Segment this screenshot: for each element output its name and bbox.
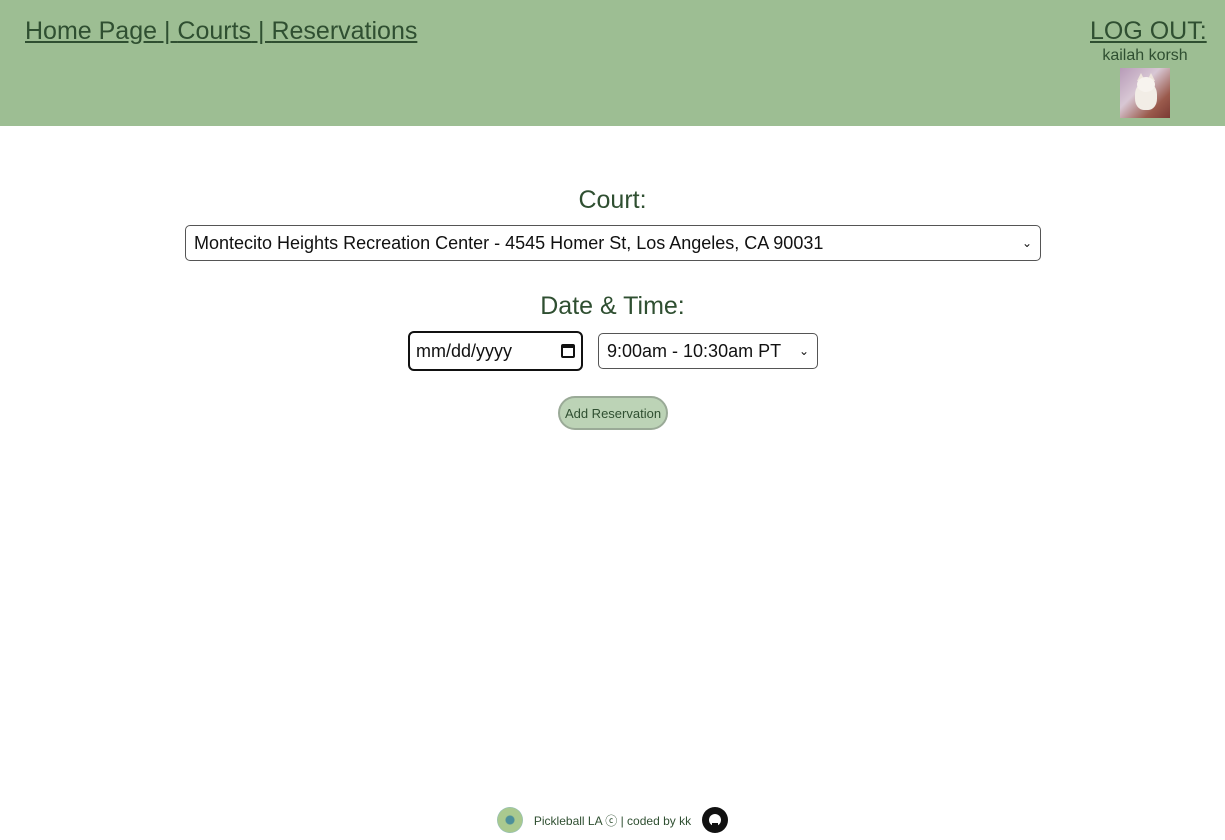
datetime-label: Date & Time: xyxy=(540,292,685,320)
calendar-icon[interactable] xyxy=(561,344,575,358)
main-nav: Home Page | Courts | Reservations xyxy=(25,17,417,46)
date-placeholder: mm/dd/yyyy xyxy=(416,340,513,361)
nav-home-link[interactable]: Home Page xyxy=(25,17,157,45)
user-panel: LOG OUT: kailah korsh xyxy=(1090,17,1207,118)
time-select-value: 9:00am - 10:30am PT xyxy=(607,340,782,361)
court-select[interactable]: Montecito Heights Recreation Center - 45… xyxy=(185,225,1041,261)
username: kailah korsh xyxy=(1102,47,1188,64)
date-input[interactable]: mm/dd/yyyy xyxy=(408,331,583,371)
nav-separator: | xyxy=(157,17,178,45)
time-select[interactable]: 9:00am - 10:30am PT ⌄ xyxy=(598,333,818,369)
github-icon[interactable] xyxy=(702,807,729,833)
nav-separator: | xyxy=(251,17,272,45)
nav-courts-link[interactable]: Courts xyxy=(177,17,251,45)
pickleball-logo-icon xyxy=(496,807,523,833)
chevron-down-icon: ⌄ xyxy=(1021,236,1032,250)
court-label: Court: xyxy=(578,186,647,214)
chevron-down-icon: ⌄ xyxy=(798,344,809,358)
court-select-value: Montecito Heights Recreation Center - 45… xyxy=(194,232,824,253)
avatar xyxy=(1120,68,1170,118)
add-reservation-button[interactable]: Add Reservation xyxy=(558,396,668,430)
top-nav-bar: Home Page | Courts | Reservations LOG OU… xyxy=(0,0,1225,126)
footer-text: Pickleball LA ⓒ | coded by kk xyxy=(533,813,692,828)
nav-reservations-link[interactable]: Reservations xyxy=(271,17,417,45)
footer: Pickleball LA ⓒ | coded by kk xyxy=(0,806,1225,834)
logout-link[interactable]: LOG OUT: xyxy=(1090,17,1207,46)
